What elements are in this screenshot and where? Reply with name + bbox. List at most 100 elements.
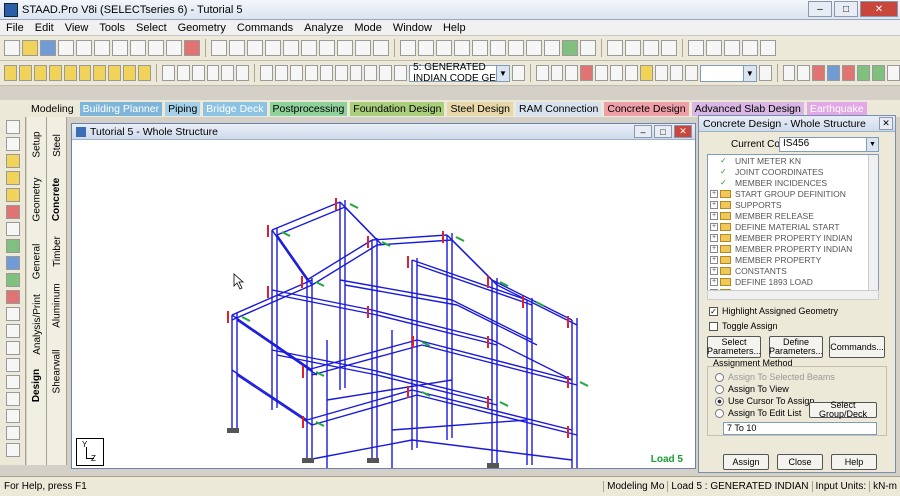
add-beam-icon[interactable]: [5, 273, 20, 287]
vtab-timber[interactable]: Timber: [47, 229, 67, 273]
current-code-select[interactable]: IS456 ▼: [779, 137, 879, 152]
tree-item[interactable]: + MEMBER PROPERTY INDIAN: [708, 232, 878, 243]
tab-advanced-slab-design[interactable]: Advanced Slab Design: [691, 101, 804, 116]
nodes-cursor-icon[interactable]: [5, 154, 20, 168]
view-left-icon[interactable]: [33, 65, 47, 81]
structure-diagram-icon[interactable]: [206, 65, 220, 81]
menu-tools[interactable]: Tools: [99, 22, 125, 34]
menu-file[interactable]: File: [6, 22, 24, 34]
node-displacement-icon[interactable]: [610, 65, 624, 81]
magnet-icon[interactable]: [782, 65, 796, 81]
redo-icon[interactable]: [166, 40, 182, 56]
menu-analyze[interactable]: Analyze: [304, 22, 343, 34]
view-back-icon[interactable]: [18, 65, 32, 81]
pan-icon[interactable]: [161, 65, 175, 81]
tree-item[interactable]: + CONSTANTS: [708, 265, 878, 276]
tree-item[interactable]: + START GROUP DEFINITION: [708, 188, 878, 199]
mdi-close-button[interactable]: ✕: [674, 125, 692, 138]
tab-steel-design[interactable]: Steel Design: [447, 101, 513, 116]
select-parameters-button[interactable]: Select Parameters...: [707, 336, 761, 358]
tab-modeling[interactable]: Modeling: [28, 102, 77, 116]
solids-cursor-icon[interactable]: [5, 222, 20, 236]
radio-icon[interactable]: [715, 408, 724, 418]
hammer-icon[interactable]: [812, 65, 826, 81]
tab-bridge-deck[interactable]: Bridge Deck: [203, 101, 267, 116]
radio-icon[interactable]: [715, 384, 724, 394]
chevron-down-icon[interactable]: ▼: [866, 138, 878, 151]
select-cursor-icon[interactable]: [5, 137, 20, 151]
expand-icon[interactable]: +: [710, 255, 718, 264]
tree-item[interactable]: ✓ UNIT METER KN: [708, 155, 878, 166]
menu-commands[interactable]: Commands: [237, 22, 293, 34]
vtab-aluminum[interactable]: Aluminum: [47, 275, 67, 335]
check-icon[interactable]: [562, 40, 578, 56]
release-icon[interactable]: [526, 40, 542, 56]
zoom-all-icon[interactable]: [304, 65, 318, 81]
structure-icon[interactable]: [400, 40, 416, 56]
tree-scrollbar[interactable]: [868, 155, 878, 299]
mdi-minimize-button[interactable]: –: [634, 125, 652, 138]
chevron-down-icon[interactable]: ▼: [495, 65, 509, 81]
bending-icon[interactable]: [580, 65, 594, 81]
plate-mesh-icon[interactable]: [5, 426, 20, 440]
edit-icon[interactable]: [886, 65, 900, 81]
maximize-button[interactable]: □: [834, 1, 858, 17]
vtab-analysis-print[interactable]: Analysis/Print: [27, 289, 47, 359]
select-plates-icon[interactable]: [247, 40, 263, 56]
assign-button[interactable]: Assign: [723, 454, 769, 470]
fit-icon[interactable]: [221, 65, 235, 81]
add-node-icon[interactable]: [5, 290, 20, 304]
results-icon[interactable]: [640, 65, 653, 81]
tree-item[interactable]: + MEMBER RELEASE: [708, 210, 878, 221]
edit-list-input[interactable]: 7 To 10: [723, 422, 877, 435]
vtab-concrete[interactable]: Concrete: [47, 171, 67, 227]
expand-icon[interactable]: +: [710, 277, 718, 286]
beam-icon[interactable]: [436, 40, 452, 56]
beam-results-icon[interactable]: [625, 65, 639, 81]
i-beam-icon[interactable]: [842, 65, 856, 81]
stress-icon[interactable]: [669, 65, 683, 81]
plate-icon[interactable]: [454, 40, 470, 56]
design-icon[interactable]: [871, 65, 885, 81]
radio-assign-edit-list[interactable]: Assign To Edit List: [715, 408, 801, 418]
panel-close-icon[interactable]: ✕: [879, 117, 893, 130]
new-view-icon[interactable]: [364, 65, 378, 81]
radio-assign-selected-beams[interactable]: Assign To Selected Beams: [715, 372, 835, 382]
vtab-shearwall[interactable]: Shearwall: [47, 339, 67, 403]
view-right-icon[interactable]: [48, 65, 62, 81]
surfaces-cursor-icon[interactable]: [5, 205, 20, 219]
support-icon[interactable]: [508, 40, 524, 56]
tree-item[interactable]: + MEMBER PROPERTY: [708, 254, 878, 265]
stretch-icon[interactable]: [5, 358, 20, 372]
radio-assign-view[interactable]: Assign To View: [715, 384, 789, 394]
table-icon[interactable]: [724, 40, 740, 56]
vtab-steel[interactable]: Steel: [47, 125, 67, 165]
view-iso-icon[interactable]: [93, 65, 107, 81]
radio-selected-icon[interactable]: [715, 396, 724, 406]
vtab-geometry[interactable]: Geometry: [27, 169, 47, 229]
member-icon[interactable]: [490, 40, 506, 56]
select-all-icon[interactable]: [319, 40, 335, 56]
paste-icon[interactable]: [130, 40, 146, 56]
close-panel-button[interactable]: Close: [777, 454, 823, 470]
tab-foundation-design[interactable]: Foundation Design: [350, 101, 445, 116]
expand-icon[interactable]: +: [710, 200, 718, 209]
rescale-icon[interactable]: [236, 65, 250, 81]
minimize-button[interactable]: –: [808, 1, 832, 17]
report-icon[interactable]: [706, 40, 722, 56]
view-top-icon[interactable]: [63, 65, 77, 81]
tree-item[interactable]: + MEMBER PROPERTY INDIAN: [708, 243, 878, 254]
view-front-icon[interactable]: [4, 65, 17, 81]
tool-icon[interactable]: [184, 40, 200, 56]
tab-concrete-design[interactable]: Concrete Design: [604, 101, 689, 116]
tree-item[interactable]: + DEFINE MATERIAL START: [708, 221, 878, 232]
new-file-icon[interactable]: [4, 40, 20, 56]
vtab-setup[interactable]: Setup: [27, 125, 47, 163]
iso-grid-icon[interactable]: [684, 65, 698, 81]
tab-piping[interactable]: Piping: [165, 101, 201, 116]
highlight-assigned-checkbox[interactable]: ✓ Highlight Assigned Geometry: [709, 306, 838, 316]
select-nodes-icon[interactable]: [211, 40, 227, 56]
rotate-left-icon[interactable]: [138, 65, 152, 81]
expand-icon[interactable]: +: [710, 244, 718, 253]
label-icon[interactable]: [191, 65, 205, 81]
